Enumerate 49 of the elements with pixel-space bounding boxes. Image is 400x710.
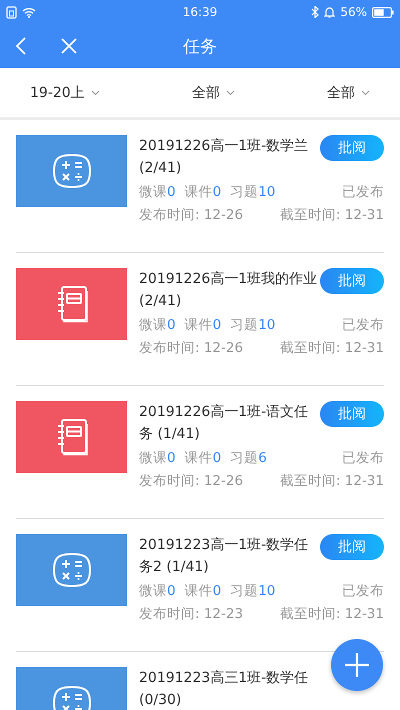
task-status: 已发布 bbox=[342, 449, 384, 468]
calculator-icon bbox=[52, 153, 92, 189]
stat-count: 微课0 bbox=[139, 449, 176, 468]
stat-count: 习题6 bbox=[230, 449, 267, 468]
calculator-icon bbox=[52, 552, 92, 588]
deadline-time: 截至时间: 12-31 bbox=[280, 472, 384, 491]
deadline-time: 截至时间: 12-31 bbox=[280, 339, 384, 358]
task-status: 已发布 bbox=[342, 582, 384, 601]
stat-count: 课件0 bbox=[184, 183, 222, 202]
stat-count: 习题 10 bbox=[230, 582, 276, 601]
filter-dropdown[interactable]: 19-20上 bbox=[30, 84, 100, 102]
stat-count: 微课0 bbox=[139, 582, 176, 601]
battery-percent: 56% bbox=[340, 5, 367, 19]
back-icon[interactable] bbox=[15, 37, 27, 55]
close-icon[interactable] bbox=[61, 38, 77, 54]
deadline-time: 截至时间: 12-31 bbox=[280, 206, 384, 225]
plus-icon bbox=[345, 653, 369, 677]
stat-count: 微课0 bbox=[139, 316, 176, 335]
task-title[interactable]: 20191226高一1班-语文任务 (1/41) bbox=[139, 401, 318, 445]
publish-time: 发布时间: 12-26 bbox=[139, 206, 244, 225]
sim-icon bbox=[6, 6, 17, 18]
task-status: 已发布 bbox=[342, 183, 384, 202]
deadline-time: 截至时间: 12-31 bbox=[280, 605, 384, 624]
publish-time: 发布时间: 12-23 bbox=[139, 605, 244, 624]
task-title[interactable]: 20191223高三1班-数学任 (0/30) bbox=[139, 667, 384, 710]
wifi-icon bbox=[22, 6, 36, 18]
bluetooth-icon bbox=[311, 6, 320, 18]
task-title[interactable]: 20191226高一1班-数学兰 (2/41) bbox=[139, 135, 318, 179]
bell-icon bbox=[324, 6, 336, 18]
stat-count: 课件0 bbox=[184, 582, 222, 601]
publish-time: 发布时间: 12-26 bbox=[139, 339, 244, 358]
stat-count: 课件0 bbox=[184, 316, 222, 335]
task-title[interactable]: 20191226高一1班我的作业 (2/41) bbox=[139, 268, 318, 312]
filter-dropdown[interactable]: 全部 bbox=[192, 84, 235, 102]
stat-count: 习题 10 bbox=[230, 316, 276, 335]
stat-count: 课件0 bbox=[184, 449, 222, 468]
stat-count: 微课0 bbox=[139, 183, 176, 202]
chevron-icon bbox=[226, 90, 235, 96]
chevron-icon bbox=[361, 90, 370, 96]
publish-time: 发布时间: 12-26 bbox=[139, 472, 244, 491]
task-title[interactable]: 20191223高一1班-数学任务2 (1/41) bbox=[139, 534, 318, 578]
status-time: 16:39 bbox=[182, 5, 218, 19]
add-button[interactable] bbox=[331, 639, 383, 691]
page-title: 任务 bbox=[182, 36, 218, 58]
battery-icon bbox=[372, 6, 394, 18]
filter-dropdown[interactable]: 全部 bbox=[327, 84, 370, 102]
task-status: 已发布 bbox=[342, 316, 384, 335]
stat-count: 习题 10 bbox=[230, 183, 276, 202]
chevron-icon bbox=[90, 90, 100, 96]
